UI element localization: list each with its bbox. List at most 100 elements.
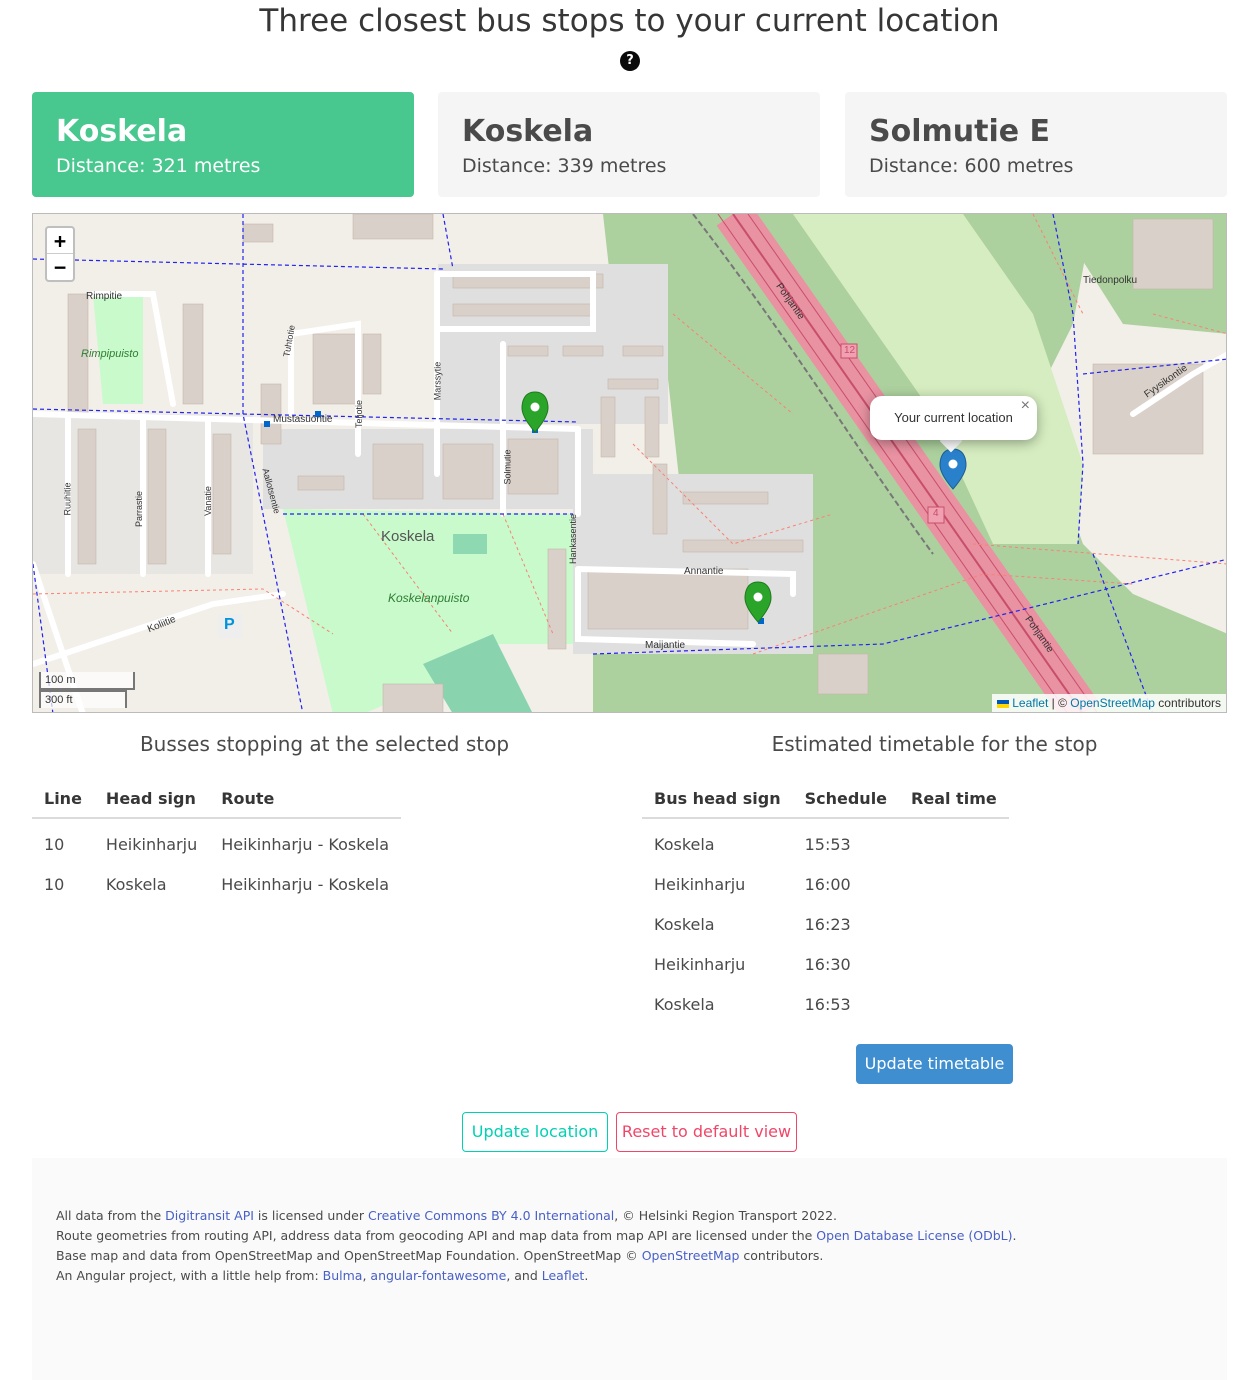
stop-name: Solmutie E xyxy=(869,114,1051,149)
real-time-cell xyxy=(899,944,1009,984)
stop-distance: Distance: 600 metres xyxy=(869,155,1074,177)
map-label-ruuhitie: Ruuhitie xyxy=(62,482,73,516)
table-row: Koskela 15:53 xyxy=(642,818,1009,864)
parking-icon: P xyxy=(224,616,235,633)
map-label-tiedonpolku: Tiedonpolku xyxy=(1083,275,1138,286)
footer-line-4: An Angular project, with a little help f… xyxy=(56,1266,1203,1286)
real-time-cell xyxy=(899,984,1009,1024)
reset-view-button[interactable]: Reset to default view xyxy=(616,1112,797,1152)
map-label-vanatie: Vanatie xyxy=(202,486,213,516)
stop-card-1[interactable]: Koskela Distance: 321 metres xyxy=(32,92,414,197)
map-label-solmutie: Solmutie xyxy=(502,449,513,485)
scale-imperial: 300 ft xyxy=(39,690,127,708)
head-sign-cell: Koskela xyxy=(654,994,715,1014)
head-sign-cell: Koskela xyxy=(654,914,715,934)
footer-line-3: Base map and data from OpenStreetMap and… xyxy=(56,1246,1203,1266)
map-label-marssytie: Marssytie xyxy=(432,361,443,401)
schedule-cell: 16:30 xyxy=(804,954,851,974)
table-row: Koskela 16:53 xyxy=(642,984,1009,1024)
footer-text: contributors. xyxy=(739,1248,824,1263)
cc-by-link[interactable]: Creative Commons BY 4.0 International xyxy=(368,1208,614,1223)
map-label-koskelanpuisto: Koskelanpuisto xyxy=(388,591,470,605)
stop-name: Koskela xyxy=(462,114,594,149)
schedule-cell: 16:23 xyxy=(804,914,851,934)
zoom-in-button[interactable]: + xyxy=(47,228,73,254)
table-row: Heikinharju 16:00 xyxy=(642,864,1009,904)
table-row: 10 Heikinharju Heikinharju - Koskela xyxy=(32,818,401,864)
leaflet-link[interactable]: Leaflet xyxy=(1012,696,1048,710)
map-label-parrastie: Parrastie xyxy=(134,490,145,528)
popup-close-button[interactable]: × xyxy=(1021,384,1030,428)
help-icon[interactable]: ? xyxy=(620,51,640,71)
stop-card-2[interactable]: Koskela Distance: 339 metres xyxy=(438,92,820,197)
map-label-annantie: Annantie xyxy=(684,566,724,577)
column-header: Head sign xyxy=(93,780,210,819)
map-label-koskela: Koskela xyxy=(381,528,435,545)
location-popup: Your current location × xyxy=(870,396,1037,440)
footer-line-2: Route geometries from routing API, addre… xyxy=(56,1226,1203,1246)
schedule-cell: 16:53 xyxy=(804,994,851,1014)
column-header: Route xyxy=(209,780,402,819)
footer: All data from the Digitransit API is lic… xyxy=(32,1158,1227,1380)
footer-text: All data from the xyxy=(56,1208,166,1223)
stop-card-3[interactable]: Solmutie E Distance: 600 metres xyxy=(845,92,1227,197)
angular-fontawesome-link[interactable]: angular-fontawesome xyxy=(370,1268,506,1283)
map-label-road-4: 4 xyxy=(933,508,939,519)
line-cell: 10 xyxy=(44,835,65,854)
column-header: Bus head sign xyxy=(642,780,793,819)
table-row: 10 Koskela Heikinharju - Koskela xyxy=(32,864,401,904)
attribution-suffix: contributors xyxy=(1154,696,1221,710)
real-time-cell xyxy=(899,864,1009,904)
map-label-rimpitie: Rimpitie xyxy=(86,291,123,302)
update-location-button[interactable]: Update location xyxy=(462,1112,608,1152)
schedule-cell: 15:53 xyxy=(804,835,851,854)
table-header-row: Line Head sign Route xyxy=(32,780,402,819)
digitransit-link[interactable]: Digitransit API xyxy=(165,1208,254,1223)
map-label-mustasuontie: Mustasuontie xyxy=(273,414,333,425)
map-label-hankasentie: Hankasentie xyxy=(568,513,579,565)
head-sign-cell: Koskela xyxy=(105,874,167,894)
osm-link[interactable]: OpenStreetMap xyxy=(1070,696,1155,710)
table-row: Heikinharju 16:30 xyxy=(642,944,1009,984)
map-label-teljotie: Teljotie xyxy=(354,399,365,429)
route-cell: Heikinharju - Koskela xyxy=(221,835,390,854)
bulma-link[interactable]: Bulma xyxy=(323,1268,363,1283)
leaflet-footer-link[interactable]: Leaflet xyxy=(542,1268,585,1283)
ukraine-flag-icon xyxy=(997,699,1010,708)
footer-text: . xyxy=(584,1268,589,1283)
map-label-road-12: 12 xyxy=(844,345,856,356)
zoom-control: + − xyxy=(45,226,75,282)
schedule-cell: 16:00 xyxy=(804,874,851,894)
map[interactable]: Koskela Koskelanpuisto Rimpipuisto Rimpi… xyxy=(32,213,1227,713)
openstreetmap-link[interactable]: OpenStreetMap xyxy=(642,1248,740,1263)
stop-distance: Distance: 321 metres xyxy=(56,155,261,177)
scale-metric: 100 m xyxy=(39,672,135,690)
stop-name: Koskela xyxy=(56,114,188,149)
timetable-title: Estimated timetable for the stop xyxy=(771,732,1098,756)
table-header-row: Bus head sign Schedule Real time xyxy=(642,780,1009,819)
footer-text: is licensed under xyxy=(253,1208,368,1223)
head-sign-cell: Heikinharju xyxy=(105,835,198,854)
real-time-cell xyxy=(899,904,1009,944)
real-time-cell xyxy=(899,818,1009,864)
line-cell: 10 xyxy=(44,874,65,894)
routes-table: Line Head sign Route 10 Heikinharju Heik… xyxy=(32,780,402,904)
timetable-table: Bus head sign Schedule Real time Koskela… xyxy=(642,780,1009,1024)
popup-text: Your current location xyxy=(894,410,1013,425)
attribution-separator: | © xyxy=(1048,696,1071,710)
odbl-link[interactable]: Open Database License (ODbL) xyxy=(816,1228,1012,1243)
head-sign-cell: Heikinharju xyxy=(654,954,746,974)
footer-text: . xyxy=(1012,1228,1017,1243)
route-cell: Heikinharju - Koskela xyxy=(221,874,390,894)
map-label-rimpipuisto: Rimpipuisto xyxy=(81,348,139,360)
footer-text: Base map and data from OpenStreetMap and… xyxy=(56,1248,642,1263)
zoom-out-button[interactable]: − xyxy=(47,254,73,280)
map-label-maijantie: Maijantie xyxy=(645,640,686,651)
footer-text: Route geometries from routing API, addre… xyxy=(56,1228,817,1243)
footer-text: , © Helsinki Region Transport 2022. xyxy=(614,1208,838,1223)
column-header: Real time xyxy=(899,780,1009,819)
head-sign-cell: Heikinharju xyxy=(654,874,746,894)
page-title: Three closest bus stops to your current … xyxy=(259,3,1000,39)
head-sign-cell: Koskela xyxy=(654,835,715,854)
update-timetable-button[interactable]: Update timetable xyxy=(856,1044,1013,1084)
